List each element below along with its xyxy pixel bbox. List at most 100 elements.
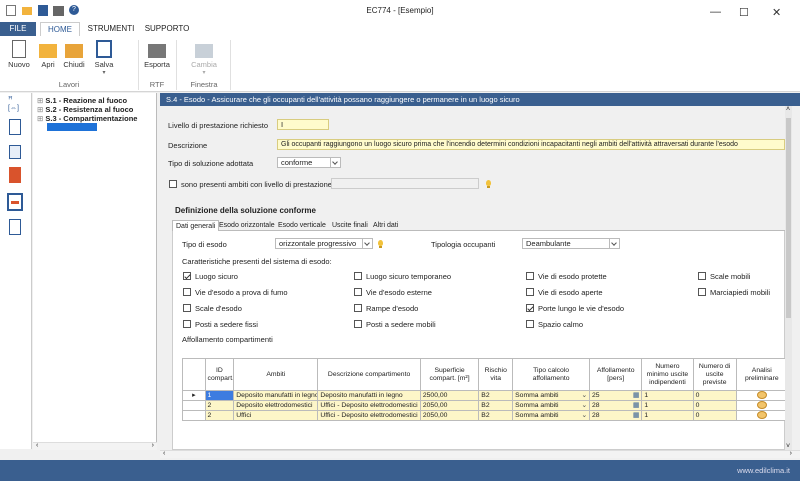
scroll-right-icon[interactable]: › <box>152 442 154 449</box>
cell-superficie[interactable]: 2500,00 <box>419 390 480 401</box>
cell-rischio[interactable]: B2 <box>478 390 514 401</box>
active-page-icon[interactable] <box>7 193 23 211</box>
expand-icon[interactable]: [⇔] <box>8 105 19 112</box>
main-vertical-scrollbar[interactable]: ˄ ˅ <box>785 106 792 450</box>
caratteristica-checkbox[interactable] <box>183 320 191 328</box>
chevron-down-icon[interactable] <box>331 157 341 168</box>
row-indicator[interactable]: ▸ <box>182 390 206 401</box>
cell-tipo-calcolo[interactable]: Somma ambiti ⌄ <box>512 410 591 421</box>
cell-id[interactable]: 1 <box>204 390 235 401</box>
tree-item[interactable]: ⊞ S.3 - Compartimentazione <box>37 114 137 123</box>
cell-descrizione[interactable]: Deposito manufatti in legno <box>317 390 421 401</box>
subtab-esodo-orizzontale[interactable]: Esodo orizzontale <box>216 220 278 231</box>
cambia-button[interactable]: Cambia ▾ <box>186 40 222 76</box>
tree-item[interactable]: ⊞ S.1 - Reazione al fuoco <box>37 96 127 105</box>
cell-uscite-min[interactable]: 1 <box>641 400 694 411</box>
cambia-dropdown-icon[interactable]: ▾ <box>186 69 222 76</box>
tab-strumenti[interactable]: STRUMENTI <box>86 22 136 36</box>
caratteristica-checkbox[interactable] <box>526 288 534 296</box>
cell-uscite-previste[interactable]: 0 <box>692 410 737 421</box>
tree-item-selected[interactable] <box>47 123 97 131</box>
chevron-down-icon[interactable] <box>363 238 373 249</box>
apri-button[interactable]: Apri <box>36 40 60 69</box>
table-row[interactable]: 2 Uffici Uffici - Deposito elettrodomestic… <box>182 410 789 421</box>
table-icon[interactable] <box>9 145 21 159</box>
tipo-esodo-select[interactable]: orizzontale progressivo <box>275 238 363 249</box>
analisi-cell[interactable] <box>735 400 789 411</box>
chevron-down-icon[interactable] <box>610 238 620 249</box>
cell-rischio[interactable]: B2 <box>478 400 514 411</box>
caratteristica-checkbox[interactable] <box>354 288 362 296</box>
lightbulb-icon[interactable] <box>486 180 491 188</box>
cell-tipo-calcolo[interactable]: Somma ambiti ⌄ <box>512 400 591 411</box>
col-uscite-min-header[interactable]: Numero minimo uscite indipendenti <box>641 358 694 391</box>
col-analisi-header[interactable]: Analisi preliminare <box>735 358 789 391</box>
caratteristica-checkbox[interactable] <box>183 288 191 296</box>
caratteristica-checkbox[interactable] <box>698 272 706 280</box>
tipologia-select[interactable]: Deambulante <box>522 238 610 249</box>
caratteristica-checkbox[interactable] <box>354 320 362 328</box>
calculator-icon[interactable]: ▦ <box>633 412 639 420</box>
col-id-header[interactable]: ID compart. <box>204 358 235 391</box>
descrizione-field[interactable]: Gli occupanti raggiungono un luogo sicur… <box>277 139 785 150</box>
table-row[interactable]: 2 Deposito elettrodomestici Uffici - Depos… <box>182 400 789 411</box>
caratteristica-checkbox[interactable] <box>526 304 534 312</box>
tree-item[interactable]: ⊞ S.2 - Resistenza al fuoco <box>37 105 133 114</box>
tab-home[interactable]: HOME <box>40 22 80 36</box>
cell-affollamento[interactable]: 25 ▦ <box>589 390 643 401</box>
ambiti-livello-field[interactable] <box>331 178 479 189</box>
cell-ambiti[interactable]: Deposito elettrodomestici <box>233 400 319 411</box>
analisi-circle-icon[interactable] <box>756 401 767 410</box>
calculator-icon[interactable]: ▦ <box>633 392 639 400</box>
report-icon[interactable] <box>9 219 21 235</box>
tipo-soluzione-select[interactable]: conforme <box>277 157 331 168</box>
col-tipo-calcolo-header[interactable]: Tipo calcolo affollamento <box>512 358 591 391</box>
cell-id[interactable]: 2 <box>204 400 235 411</box>
cell-superficie[interactable]: 2050,00 <box>419 400 480 411</box>
analisi-cell[interactable] <box>735 390 789 401</box>
cell-ambiti[interactable]: Deposito manufatti in legno <box>233 390 319 401</box>
row-indicator[interactable] <box>182 400 206 411</box>
cell-uscite-previste[interactable]: 0 <box>692 390 737 401</box>
cell-rischio[interactable]: B2 <box>478 410 514 421</box>
tab-supporto[interactable]: SUPPORTO <box>144 22 190 36</box>
scroll-down-icon[interactable]: ˅ <box>786 443 790 450</box>
close-button[interactable]: ✕ <box>772 6 781 19</box>
analisi-circle-icon[interactable] <box>756 391 767 400</box>
subtab-altri-dati[interactable]: Altri dati <box>370 220 401 231</box>
chiudi-button[interactable]: Chiudi <box>60 40 88 69</box>
analisi-circle-icon[interactable] <box>756 411 767 420</box>
main-horizontal-scrollbar[interactable]: ‹ › <box>160 450 800 458</box>
subtab-esodo-verticale[interactable]: Esodo verticale <box>275 220 329 231</box>
scroll-right-icon[interactable]: › <box>790 450 792 457</box>
cell-uscite-previste[interactable]: 0 <box>692 400 737 411</box>
salva-dropdown-icon[interactable]: ▾ <box>90 69 118 76</box>
row-indicator[interactable] <box>182 410 206 421</box>
cell-uscite-min[interactable]: 1 <box>641 390 694 401</box>
col-descrizione-header[interactable]: Descrizione compartimento <box>317 358 421 391</box>
livello-field[interactable]: I <box>277 119 329 130</box>
caratteristica-checkbox[interactable] <box>354 304 362 312</box>
ambiti-livello-checkbox[interactable] <box>169 180 177 188</box>
cell-uscite-min[interactable]: 1 <box>641 410 694 421</box>
col-ambiti-header[interactable]: Ambiti <box>233 358 319 391</box>
caratteristica-checkbox[interactable] <box>354 272 362 280</box>
scroll-up-icon[interactable]: ˄ <box>786 106 790 113</box>
col-affollamento-header[interactable]: Affollamento [pers] <box>589 358 643 391</box>
cell-id[interactable]: 2 <box>204 410 235 421</box>
caratteristica-checkbox[interactable] <box>526 272 534 280</box>
cell-superficie[interactable]: 2050,00 <box>419 410 480 421</box>
caratteristica-checkbox[interactable] <box>183 304 191 312</box>
chevron-down-icon[interactable]: ⌄ <box>581 392 587 400</box>
chevron-down-icon[interactable]: ⌄ <box>581 412 587 420</box>
chevron-down-icon[interactable]: ⌄ <box>581 402 587 410</box>
cell-descrizione[interactable]: Uffici - Deposito elettrodomestici <box>317 400 421 411</box>
cell-affollamento[interactable]: 28 ▦ <box>589 400 643 411</box>
nuovo-button[interactable]: Nuovo <box>6 40 32 69</box>
scrollbar-thumb[interactable] <box>786 118 791 318</box>
caratteristica-checkbox[interactable] <box>526 320 534 328</box>
scroll-left-icon[interactable]: ‹ <box>36 442 38 449</box>
tab-file[interactable]: FILE <box>0 22 36 36</box>
analisi-cell[interactable] <box>735 410 789 421</box>
esporta-button[interactable]: Esporta <box>142 40 172 69</box>
